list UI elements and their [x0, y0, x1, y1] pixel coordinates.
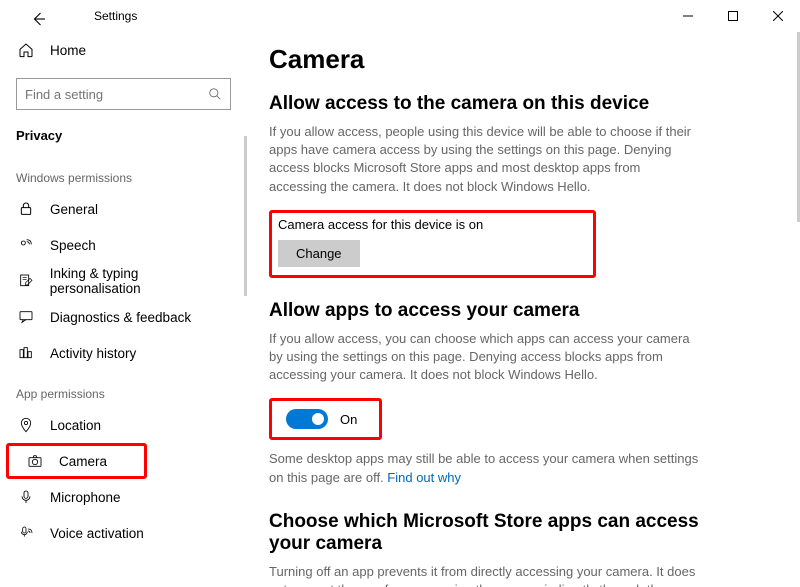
toggle-knob — [312, 413, 324, 425]
sidebar-home[interactable]: Home — [0, 32, 247, 68]
sidebar-item-label: Microphone — [50, 490, 121, 505]
search-input[interactable] — [25, 87, 208, 102]
allow-device-desc: If you allow access, people using this d… — [269, 123, 699, 196]
microphone-icon — [16, 489, 36, 505]
speech-icon — [16, 237, 36, 253]
toggle-state-label: On — [340, 412, 357, 427]
sidebar-item-voice[interactable]: Voice activation — [0, 515, 247, 551]
find-out-why-link[interactable]: Find out why — [387, 470, 461, 485]
desktop-note: Some desktop apps may still be able to a… — [269, 450, 699, 486]
arrow-left-icon — [30, 10, 48, 28]
minimize-button[interactable] — [665, 0, 710, 32]
device-access-highlight: Camera access for this device is on Chan… — [269, 210, 596, 278]
sidebar-item-activity[interactable]: Activity history — [0, 335, 247, 371]
allow-device-heading: Allow access to the camera on this devic… — [269, 93, 770, 115]
sidebar-item-general[interactable]: General — [0, 191, 247, 227]
choose-apps-desc: Turning off an app prevents it from dire… — [269, 563, 699, 587]
window-title: Settings — [66, 9, 665, 23]
feedback-icon — [16, 309, 36, 325]
minimize-icon — [683, 11, 693, 21]
section-windows-permissions: Windows permissions — [0, 155, 247, 191]
apps-toggle-highlight: On — [269, 398, 382, 440]
maximize-button[interactable] — [710, 0, 755, 32]
activity-icon — [16, 345, 36, 361]
sidebar-item-speech[interactable]: Speech — [0, 227, 247, 263]
close-button[interactable] — [755, 0, 800, 32]
sidebar-item-label: Inking & typing personalisation — [50, 266, 231, 296]
sidebar-item-label: Voice activation — [50, 526, 144, 541]
sidebar-item-microphone[interactable]: Microphone — [0, 479, 247, 515]
voice-icon — [16, 525, 36, 541]
lock-icon — [16, 201, 36, 217]
sidebar-item-camera[interactable]: Camera — [6, 443, 147, 479]
camera-icon — [25, 453, 45, 469]
sidebar-item-label: General — [50, 202, 98, 217]
main-content: Camera Allow access to the camera on thi… — [247, 32, 800, 587]
sidebar-item-label: Speech — [50, 238, 96, 253]
apps-access-toggle[interactable] — [286, 409, 328, 429]
location-icon — [16, 417, 36, 433]
inking-icon — [16, 273, 36, 289]
sidebar-item-label: Location — [50, 418, 101, 433]
allow-apps-heading: Allow apps to access your camera — [269, 300, 770, 322]
search-icon — [208, 87, 222, 101]
device-status-text: Camera access for this device is on — [278, 217, 483, 232]
back-button[interactable] — [12, 4, 66, 28]
section-app-permissions: App permissions — [0, 371, 247, 407]
sidebar-item-label: Diagnostics & feedback — [50, 310, 191, 325]
search-box[interactable] — [16, 78, 231, 110]
allow-apps-desc: If you allow access, you can choose whic… — [269, 330, 699, 385]
choose-apps-heading: Choose which Microsoft Store apps can ac… — [269, 511, 699, 555]
sidebar-item-inking[interactable]: Inking & typing personalisation — [0, 263, 247, 299]
sidebar-home-label: Home — [50, 43, 86, 58]
maximize-icon — [728, 11, 738, 21]
change-button[interactable]: Change — [278, 240, 360, 267]
page-title: Camera — [269, 44, 770, 75]
sidebar-item-label: Activity history — [50, 346, 136, 361]
sidebar-item-diagnostics[interactable]: Diagnostics & feedback — [0, 299, 247, 335]
sidebar: Home Privacy Windows permissions General… — [0, 32, 247, 587]
close-icon — [773, 11, 783, 21]
category-privacy: Privacy — [0, 118, 247, 155]
sidebar-item-location[interactable]: Location — [0, 407, 247, 443]
sidebar-item-label: Camera — [59, 454, 107, 469]
home-icon — [16, 42, 36, 58]
titlebar: Settings — [0, 0, 800, 32]
